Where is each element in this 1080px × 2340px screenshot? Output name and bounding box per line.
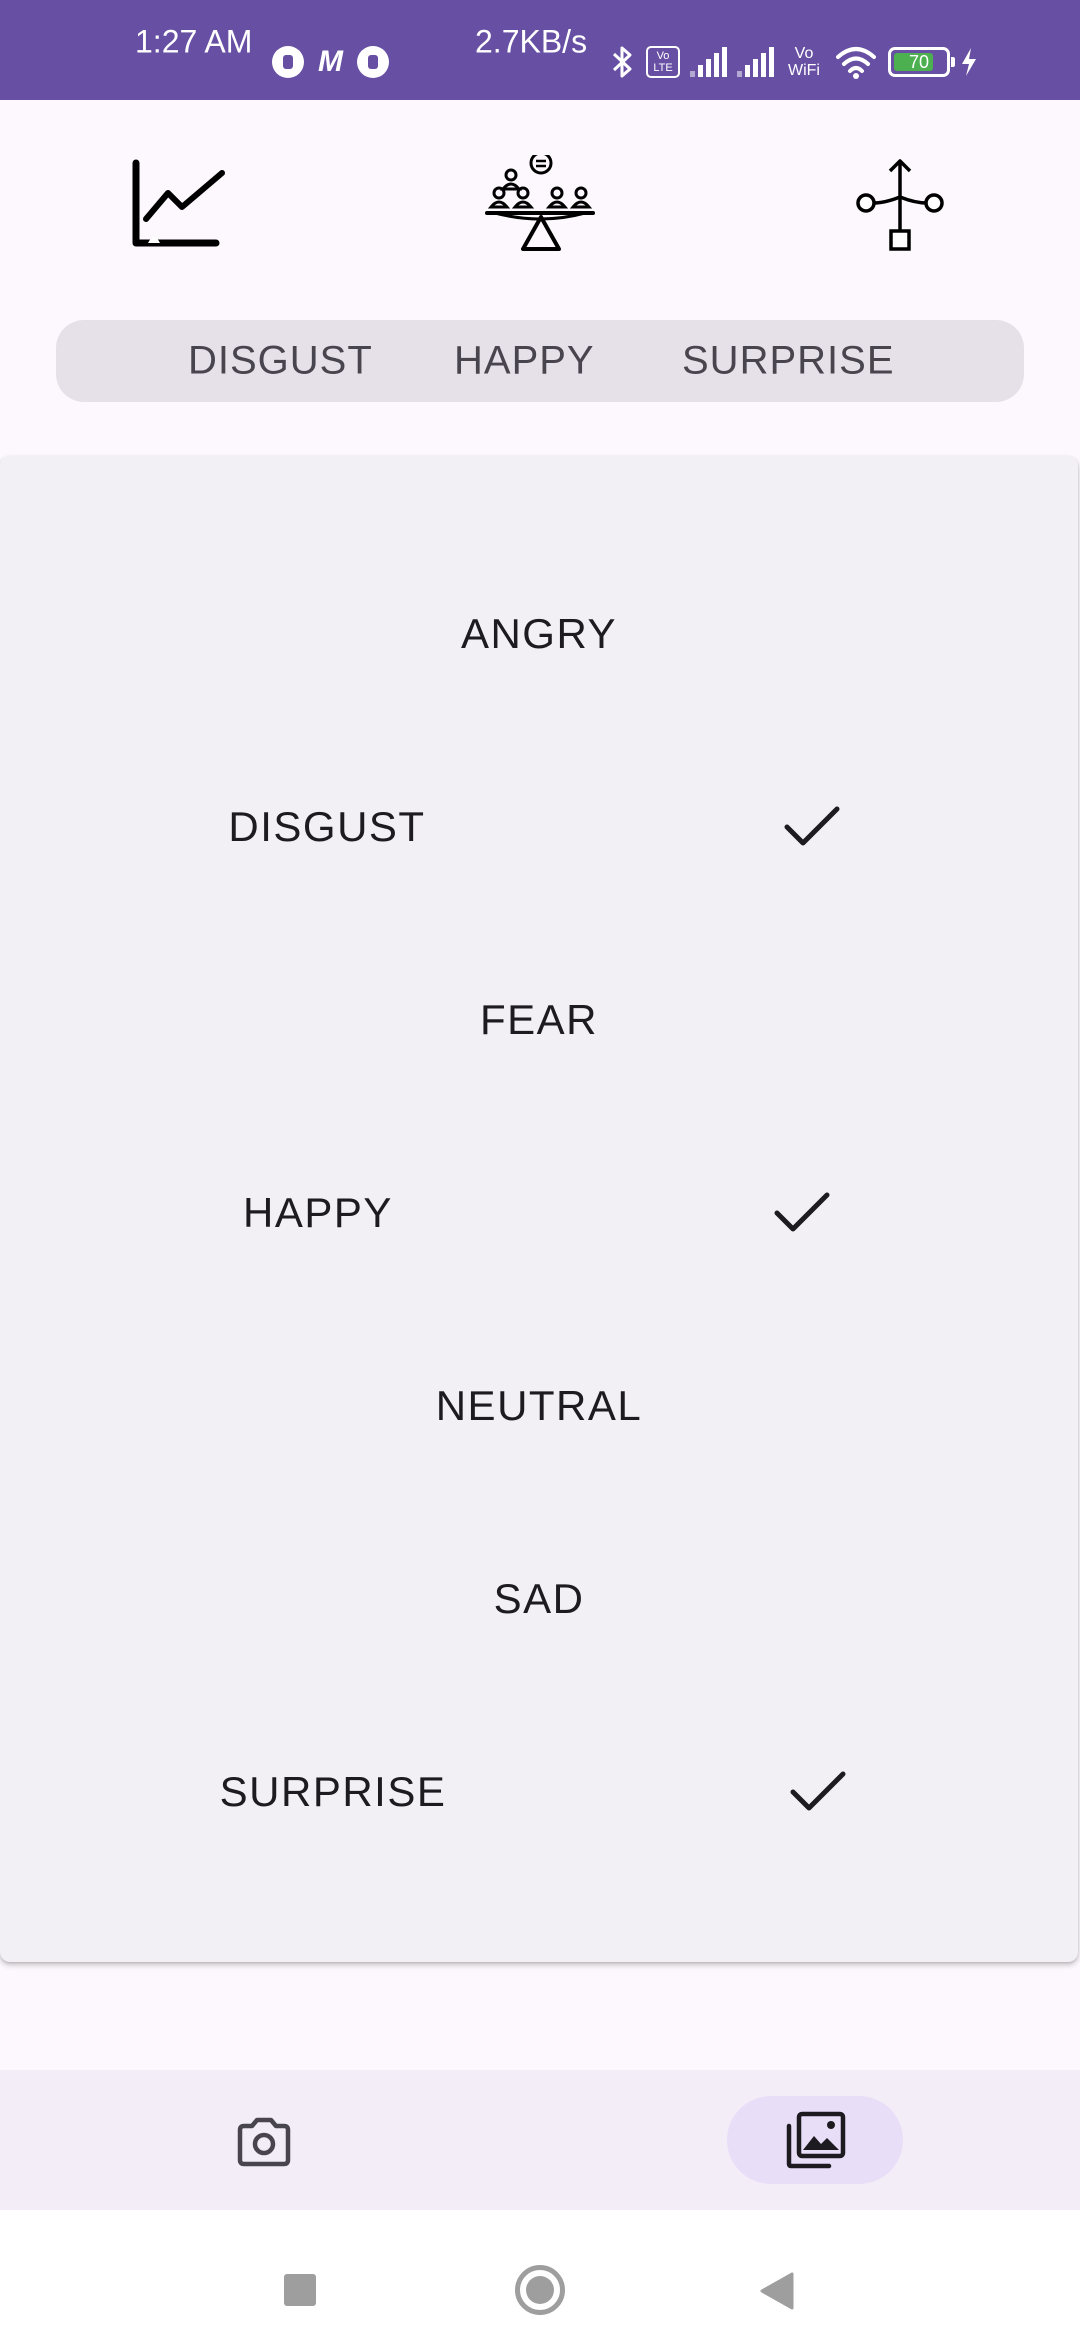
emotion-item-happy[interactable]: HAPPY [0, 1117, 1078, 1309]
balance-scale-group-icon[interactable] [485, 150, 595, 260]
network-speed: 2.7KB/s [475, 23, 588, 60]
status-bar: 1:27 AM M 2.7KB/s Vo LTE Vo WiFi 70 [0, 0, 1080, 100]
line-chart-icon[interactable] [125, 150, 235, 260]
signal-1-icon [690, 47, 727, 77]
check-icon [790, 1771, 846, 1811]
photo-library-icon[interactable] [783, 2108, 847, 2172]
volte-label: Vo LTE [653, 50, 673, 74]
check-icon [784, 806, 840, 846]
selected-chip-surprise[interactable]: SURPRISE [682, 339, 895, 384]
notification-icons: M [272, 45, 389, 79]
emotion-item-angry[interactable]: ANGRY [0, 538, 1078, 730]
emotion-label: ANGRY [460, 610, 618, 657]
battery-level: 70 [908, 51, 930, 72]
emotion-label: SAD [493, 1575, 585, 1622]
selected-chip-happy[interactable]: HAPPY [454, 339, 595, 384]
home-button[interactable] [515, 2265, 565, 2315]
emotion-label: FEAR [479, 996, 599, 1043]
emotion-item-fear[interactable]: FEAR [0, 924, 1078, 1116]
gmail-icon: M [318, 45, 343, 78]
vowifi-label: Vo WiFi [788, 45, 820, 79]
emotion-label: NEUTRAL [435, 1382, 643, 1429]
selected-chip-disgust[interactable]: DISGUST [188, 339, 373, 384]
back-button[interactable] [758, 2272, 794, 2310]
emotion-label: SURPRISE [219, 1768, 447, 1815]
system-navigation-bar [0, 2210, 1080, 2340]
signal-2-icon [737, 47, 774, 77]
emotion-label: DISGUST [228, 803, 426, 850]
status-time: 1:27 AM [135, 23, 253, 60]
emotion-item-sad[interactable]: SAD [0, 1503, 1078, 1695]
emotion-label: HAPPY [243, 1189, 393, 1236]
emotion-item-surprise[interactable]: SURPRISE [0, 1696, 1078, 1888]
volte-icon: Vo LTE [646, 46, 680, 78]
bottom-navigation [0, 2070, 1080, 2210]
branch-network-icon[interactable] [845, 150, 955, 260]
emotion-list: ANGRY DISGUST FEAR HAPPY NEUTRAL SAD SUR… [0, 456, 1078, 1962]
check-icon [774, 1192, 830, 1232]
emotion-item-neutral[interactable]: NEUTRAL [0, 1310, 1078, 1502]
system-status-icons: Vo LTE Vo WiFi 70 [610, 44, 978, 80]
bluetooth-icon [612, 46, 632, 78]
battery-icon: 70 [888, 47, 955, 77]
charging-icon [962, 48, 976, 76]
camera-icon[interactable] [232, 2110, 296, 2174]
wifi-icon [836, 47, 876, 79]
emotion-item-disgust[interactable]: DISGUST [0, 731, 1078, 923]
app-notification-icon [357, 46, 389, 78]
app-notification-icon [272, 46, 304, 78]
selected-emotions-bar: DISGUST HAPPY SURPRISE [56, 320, 1024, 402]
recents-button[interactable] [284, 2274, 316, 2306]
